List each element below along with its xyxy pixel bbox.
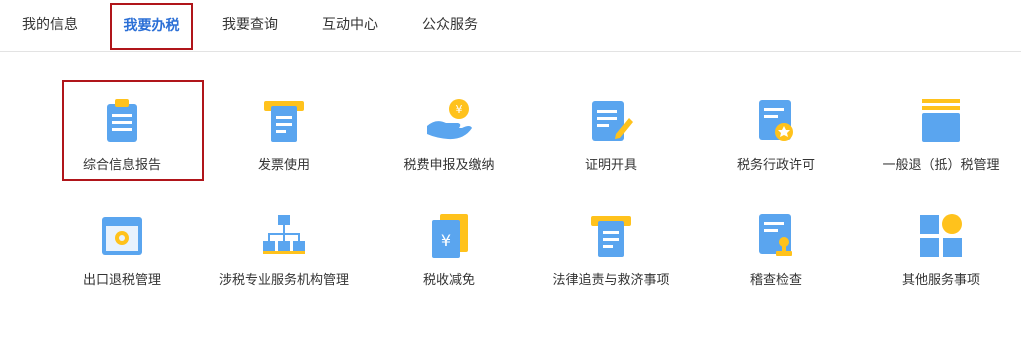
service-grid: 综合信息报告 发票使用 ¥ 税费申报及缴纳 证明开具 税务行政许可 一般退（抵）… [0, 51, 1021, 339]
tab-tax-handling[interactable]: 我要办税 [110, 3, 193, 50]
tab-query[interactable]: 我要查询 [208, 0, 292, 51]
tab-my-info[interactable]: 我的信息 [8, 0, 92, 51]
document-stamp-icon [759, 214, 792, 256]
legal-document-icon [591, 216, 631, 257]
service-item-agency-management[interactable]: 涉税专业服务机构管理 [209, 211, 359, 301]
browser-gear-icon [102, 217, 142, 255]
service-item-certificate-issue[interactable]: 证明开具 [536, 96, 686, 186]
service-item-export-refund[interactable]: 出口退税管理 [47, 211, 197, 301]
document-pen-icon [592, 101, 633, 141]
service-label: 涉税专业服务机构管理 [218, 273, 349, 288]
service-item-tax-reduction[interactable]: ¥ 税收减免 [374, 211, 524, 301]
service-label: 税务行政许可 [736, 158, 815, 173]
service-item-legal-remedy[interactable]: 法律追责与救济事项 [536, 211, 686, 301]
service-item-other-services[interactable]: 其他服务事项 [866, 211, 1016, 301]
service-item-tax-refund[interactable]: 一般退（抵）税管理 [866, 96, 1016, 186]
service-item-inspection[interactable]: 稽查检查 [701, 211, 851, 301]
service-label: 法律追责与救济事项 [552, 273, 670, 288]
clipboard-icon [107, 99, 137, 142]
certificate-star-icon [759, 100, 793, 141]
hand-coin-icon: ¥ [427, 99, 472, 140]
service-label: 发票使用 [257, 158, 310, 173]
tab-interaction-center[interactable]: 互动中心 [308, 0, 392, 51]
svg-text:¥: ¥ [441, 231, 451, 250]
service-item-comprehensive-report[interactable]: 综合信息报告 [47, 96, 197, 186]
service-label: 稽查检查 [749, 273, 802, 288]
service-item-administrative-permit[interactable]: 税务行政许可 [701, 96, 851, 186]
service-label: 其他服务事项 [901, 273, 980, 288]
top-tab-bar: 我的信息 我要办税 我要查询 互动中心 公众服务 [0, 0, 1021, 52]
service-item-invoice[interactable]: 发票使用 [209, 96, 359, 186]
yuan-document-icon: ¥ [432, 214, 468, 258]
folder-stack-icon [922, 99, 960, 142]
org-chart-icon [263, 215, 305, 254]
invoice-icon [264, 101, 304, 142]
tab-public-services[interactable]: 公众服务 [408, 0, 492, 51]
service-item-declaration-payment[interactable]: ¥ 税费申报及缴纳 [374, 96, 524, 186]
service-label: 证明开具 [584, 158, 637, 173]
app-grid-icon [920, 214, 962, 257]
svg-text:¥: ¥ [456, 103, 463, 116]
service-label: 一般退（抵）税管理 [882, 158, 1000, 173]
